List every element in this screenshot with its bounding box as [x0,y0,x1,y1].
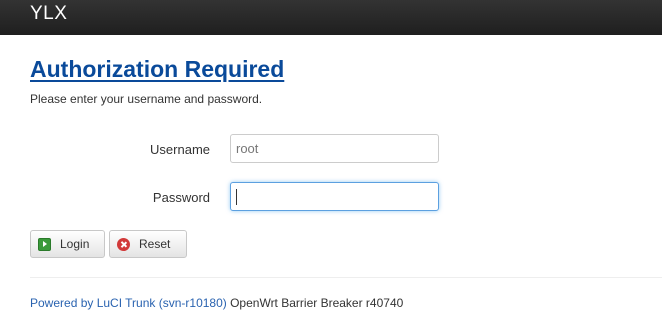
page-title: Authorization Required [30,56,285,82]
luci-link[interactable]: Powered by LuCI Trunk (svn-r10180) [30,296,227,310]
reset-button[interactable]: Reset [109,230,187,258]
top-navbar: YLX [0,0,662,35]
reset-button-label: Reset [139,237,171,251]
username-input[interactable] [230,134,439,163]
login-button-label: Login [60,237,90,251]
footer-divider [30,277,662,278]
openwrt-version: OpenWrt Barrier Breaker r40740 [226,296,404,310]
brand-logo[interactable]: YLX [30,3,67,25]
text-cursor [236,189,237,205]
reset-x-icon [117,237,130,251]
page-description: Please enter your username and password. [30,92,263,106]
footer: Powered by LuCI Trunk (svn-r10180) OpenW… [30,296,403,310]
login-arrow-icon [38,237,51,251]
username-label: Username [150,142,210,157]
password-label: Password [152,190,210,205]
login-button[interactable]: Login [30,230,105,258]
password-input[interactable] [230,182,439,211]
